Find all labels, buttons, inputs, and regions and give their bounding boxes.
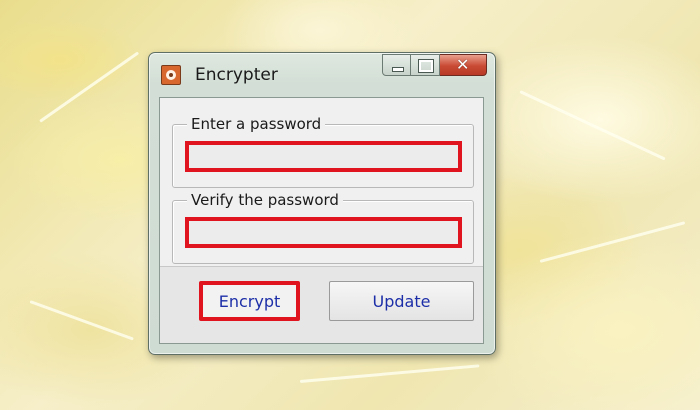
password-label: Enter a password xyxy=(187,115,326,133)
background-streak xyxy=(299,364,480,383)
close-button[interactable]: ✕ xyxy=(440,54,487,76)
dialog-body: Enter a password Verify the password Enc… xyxy=(159,97,484,344)
caption-buttons: ✕ xyxy=(382,54,487,76)
verify-password-label: Verify the password xyxy=(187,191,343,209)
maximize-button[interactable] xyxy=(411,54,440,76)
password-group: Enter a password xyxy=(172,115,474,188)
password-input[interactable] xyxy=(185,141,462,172)
close-icon: ✕ xyxy=(456,55,470,74)
encrypter-window: Encrypter ✕ Enter a password Verify the … xyxy=(148,52,496,355)
title-bar[interactable]: Encrypter ✕ xyxy=(149,53,495,95)
button-bar: Encrypt Update xyxy=(160,266,483,343)
background-streak xyxy=(29,300,134,341)
minimize-button[interactable] xyxy=(382,54,411,76)
minimize-icon xyxy=(392,67,404,72)
app-icon[interactable] xyxy=(161,65,181,85)
verify-password-input[interactable] xyxy=(185,217,462,248)
window-title: Encrypter xyxy=(195,65,278,85)
maximize-icon xyxy=(418,59,434,73)
update-button[interactable]: Update xyxy=(329,281,474,321)
verify-password-group: Verify the password xyxy=(172,191,474,264)
encrypt-button[interactable]: Encrypt xyxy=(199,281,300,321)
background-streak xyxy=(39,51,140,123)
background-streak xyxy=(539,221,686,263)
background-streak xyxy=(519,90,666,161)
